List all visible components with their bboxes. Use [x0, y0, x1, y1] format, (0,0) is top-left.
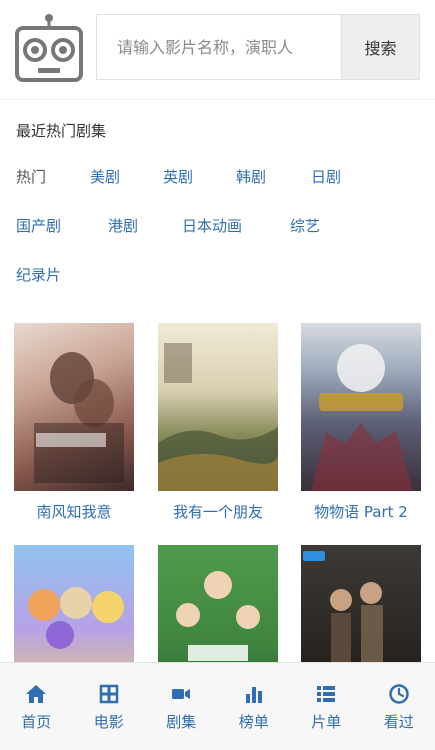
nav-item-home[interactable]: 首页	[0, 663, 73, 750]
nav-item-movie[interactable]: 电影	[73, 663, 146, 750]
nav-label: 剧集	[166, 713, 197, 731]
tag-japanese-drama[interactable]: 日剧	[311, 166, 341, 187]
poster-title[interactable]: 物物语 Part 2	[301, 501, 421, 522]
tag-documentary[interactable]: 纪录片	[16, 264, 61, 285]
poster-image[interactable]	[158, 323, 278, 491]
nav-item-series[interactable]: 剧集	[145, 663, 218, 750]
tag-hot[interactable]: 热门	[16, 166, 46, 187]
clock-icon	[389, 684, 409, 704]
poster-image[interactable]	[301, 323, 421, 491]
poster-card[interactable]: 南风知我意	[14, 323, 134, 522]
nav-label: 榜单	[238, 713, 269, 731]
tag-korean-drama[interactable]: 韩剧	[236, 166, 266, 187]
nav-item-ranking[interactable]: 榜单	[218, 663, 291, 750]
tag-uk-drama[interactable]: 英剧	[163, 166, 193, 187]
bar-chart-icon	[245, 687, 262, 703]
nav-label: 片单	[311, 713, 342, 731]
search-button[interactable]: 搜索	[341, 15, 419, 79]
nav-item-list[interactable]: 片单	[290, 663, 363, 750]
tag-us-drama[interactable]: 美剧	[90, 166, 120, 187]
poster-title[interactable]: 我有一个朋友	[158, 501, 278, 522]
tag-chinese-drama[interactable]: 国产剧	[16, 215, 61, 236]
tag-variety[interactable]: 综艺	[290, 215, 320, 236]
nav-label: 电影	[93, 713, 124, 731]
film-icon	[99, 684, 118, 704]
home-icon	[26, 685, 47, 703]
list-icon	[317, 686, 336, 702]
bottom-nav: 首页 电影 剧集 榜单 片单 看过	[0, 662, 435, 750]
poster-title[interactable]: 南风知我意	[14, 501, 134, 522]
search-box: 搜索	[96, 14, 420, 80]
nav-label: 看过	[383, 713, 414, 731]
poster-card[interactable]: 物物语 Part 2	[301, 323, 421, 522]
poster-image[interactable]	[14, 323, 134, 491]
search-input[interactable]	[97, 15, 341, 79]
robot-logo-icon[interactable]	[14, 14, 84, 84]
section-title: 最近热门剧集	[16, 122, 107, 140]
tag-hk-drama[interactable]: 港剧	[108, 215, 138, 236]
video-camera-icon	[172, 689, 191, 699]
nav-label: 首页	[21, 713, 52, 731]
poster-card[interactable]: 我有一个朋友	[158, 323, 278, 522]
tag-anime[interactable]: 日本动画	[182, 215, 242, 236]
header: 搜索	[0, 0, 435, 100]
nav-item-watched[interactable]: 看过	[363, 663, 435, 750]
